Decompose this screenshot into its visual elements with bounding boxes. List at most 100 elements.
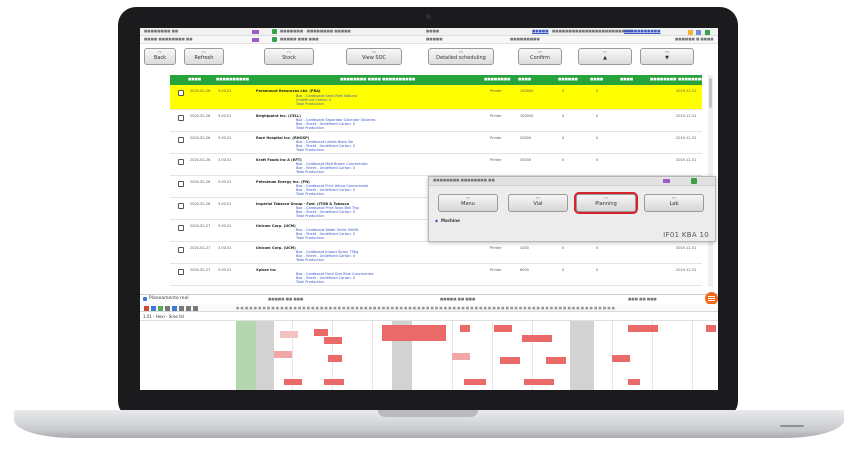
zoom-in-icon[interactable] bbox=[193, 306, 198, 311]
lab-button[interactable]: F4 Lab bbox=[644, 194, 704, 212]
gantt-task[interactable] bbox=[522, 335, 552, 342]
gantt-task[interactable] bbox=[280, 331, 298, 338]
planning-button-key: F3 bbox=[604, 196, 608, 200]
row-customer: Kraft Foods Inc A (KFT) bbox=[256, 158, 302, 162]
row-status: Printer bbox=[490, 158, 502, 162]
row-zero: 0 bbox=[562, 158, 565, 162]
gantt-task[interactable] bbox=[612, 355, 630, 362]
popup-title: ■■■■■■■■ ■■■■■■■■ ■■ bbox=[433, 178, 495, 182]
system-bar-link-2[interactable]: ■■■■■■■■■■■ bbox=[624, 29, 660, 33]
gantt-task[interactable] bbox=[524, 379, 554, 385]
print-icon[interactable] bbox=[178, 115, 184, 121]
popup-status-icon[interactable] bbox=[691, 178, 697, 184]
detailed-scheduling-button[interactable]: F5 Detailed scheduling bbox=[428, 48, 494, 65]
gantt-task[interactable] bbox=[324, 337, 342, 344]
table-row[interactable]: 2020-02-26 3.00.01 Rare Hospital Inc. (R… bbox=[170, 132, 702, 154]
menu-button[interactable]: F1 Menu bbox=[438, 194, 498, 212]
move-down-button[interactable]: F8 ▼ bbox=[640, 48, 694, 65]
row-date: 2020-02-26 bbox=[190, 89, 211, 93]
camera-icon bbox=[426, 14, 431, 19]
refresh-button[interactable]: F2 Refresh bbox=[184, 48, 224, 65]
checkbox-icon[interactable] bbox=[272, 29, 277, 34]
row-code: 3.00.01 bbox=[218, 268, 232, 272]
popup-titlebar: ■■■■■■■■ ■■■■■■■■ ■■ bbox=[429, 177, 715, 186]
tool-icon[interactable] bbox=[158, 306, 163, 311]
table-scrollbar-thumb[interactable] bbox=[709, 78, 712, 108]
row-zero: 0 bbox=[562, 114, 565, 118]
table-row[interactable]: 2020-02-26 3.00.01 Brightpoint Inc. (CEL… bbox=[170, 110, 702, 132]
row-line-3: Total Production bbox=[296, 214, 324, 218]
gantt-task[interactable] bbox=[314, 329, 328, 336]
zoom-out-icon[interactable] bbox=[186, 306, 191, 311]
table-row[interactable]: 2020-02-27 3.00.01 Unicom Corp. (UCM) Bo… bbox=[170, 242, 702, 264]
print-icon[interactable] bbox=[178, 181, 184, 187]
row-qty: 30000 bbox=[520, 158, 532, 162]
gantt-task[interactable] bbox=[494, 325, 512, 332]
sub-checkbox-icon[interactable] bbox=[272, 37, 277, 42]
print-icon[interactable] bbox=[178, 137, 184, 143]
move-up-button-key: F7 bbox=[603, 50, 607, 54]
column-header[interactable]: ■■■■ bbox=[620, 77, 633, 81]
tool-icon[interactable] bbox=[144, 306, 149, 311]
row-code: 3.00.01 bbox=[218, 136, 232, 140]
gantt-title: Planeamento real bbox=[149, 296, 189, 301]
print-icon[interactable] bbox=[178, 269, 184, 275]
row-qty: 100000 bbox=[520, 89, 534, 93]
tool-icon[interactable] bbox=[172, 306, 177, 311]
gantt-task[interactable] bbox=[628, 325, 658, 332]
table-row[interactable]: 2020-02-26 3.00.01 Kraft Foods Inc A (KF… bbox=[170, 154, 702, 176]
column-header[interactable]: ■■■■■■ bbox=[558, 77, 578, 81]
help-icon[interactable] bbox=[705, 30, 710, 35]
column-header[interactable]: ■■■■■■■■■■ bbox=[216, 77, 249, 81]
print-icon[interactable] bbox=[178, 225, 184, 231]
column-header[interactable]: ■■■■ bbox=[590, 77, 603, 81]
back-button[interactable]: F1 Back bbox=[144, 48, 176, 65]
print-icon[interactable] bbox=[178, 159, 184, 165]
column-header[interactable]: ■■■■■■■■ bbox=[484, 77, 510, 81]
system-bar: ■■■■■■■■ ■■ ■■■■■■■ - ■■■■■■■■ ■■■■■ ■■■… bbox=[140, 28, 718, 36]
planning-button[interactable]: F3 Planning bbox=[574, 192, 638, 214]
column-header[interactable]: ■■■■■■■■ bbox=[650, 77, 676, 81]
gantt-task[interactable] bbox=[328, 355, 342, 362]
column-header[interactable]: ■■■■ bbox=[188, 77, 201, 81]
system-bar-link[interactable]: ■■■■■ bbox=[532, 29, 549, 33]
print-icon[interactable] bbox=[178, 90, 184, 96]
tool-icon[interactable] bbox=[151, 306, 156, 311]
vial-button[interactable]: F2 Vial bbox=[508, 194, 568, 212]
row-status: Printer bbox=[490, 246, 502, 250]
gantt-task[interactable] bbox=[284, 379, 302, 385]
machine-code: IF01 KBA 10 bbox=[663, 231, 709, 239]
gantt-task[interactable] bbox=[464, 379, 486, 385]
print-icon[interactable] bbox=[178, 203, 184, 209]
gantt-task[interactable] bbox=[274, 351, 292, 358]
gantt-task[interactable] bbox=[628, 379, 640, 385]
table-row[interactable]: 2020-02-26 3.00.01 Paramount Resources L… bbox=[170, 85, 702, 110]
gantt-task[interactable] bbox=[460, 325, 470, 332]
stock-button[interactable]: F3 Stock bbox=[264, 48, 314, 65]
gantt-task[interactable] bbox=[546, 357, 566, 364]
settings-icon[interactable] bbox=[696, 30, 701, 35]
gantt-task[interactable] bbox=[324, 379, 344, 385]
row-zero: 0 bbox=[562, 268, 565, 272]
column-header[interactable]: ■■■■■■■■ bbox=[678, 77, 704, 81]
row-date: 2020-02-26 bbox=[190, 136, 211, 140]
confirm-button[interactable]: F6 Confirm bbox=[518, 48, 562, 65]
row-date2: 2019-12-31 bbox=[676, 89, 697, 93]
gantt-task[interactable] bbox=[382, 325, 446, 341]
gantt-blocked-period bbox=[256, 321, 274, 390]
table-row[interactable]: 2020-02-27 3.00.01 Xplore Inc Box - Card… bbox=[170, 264, 702, 286]
tool-icon[interactable] bbox=[165, 306, 170, 311]
gantt-task[interactable] bbox=[452, 353, 470, 360]
star-icon[interactable] bbox=[688, 30, 693, 35]
expand-icon[interactable]: ◆ bbox=[435, 218, 438, 223]
column-header[interactable]: ■■■■ bbox=[518, 77, 531, 81]
sub-bar: ■■■■ ■■■■■■■■ ■■ ■■■■■ ■■■ ■■■ ■■■■■ ■■■… bbox=[140, 36, 718, 44]
print-icon[interactable] bbox=[178, 247, 184, 253]
gantt-task[interactable] bbox=[500, 357, 520, 364]
row-date2: 2019-12-31 bbox=[676, 246, 697, 250]
gantt-task[interactable] bbox=[706, 325, 716, 332]
zoom-icon[interactable] bbox=[179, 306, 184, 311]
move-up-button[interactable]: F7 ▲ bbox=[578, 48, 632, 65]
column-header[interactable]: ■■■■■■■■ ■■■■ ■■■■■■■■■■ bbox=[340, 77, 415, 81]
view-soc-button[interactable]: F4 View SOC bbox=[346, 48, 402, 65]
